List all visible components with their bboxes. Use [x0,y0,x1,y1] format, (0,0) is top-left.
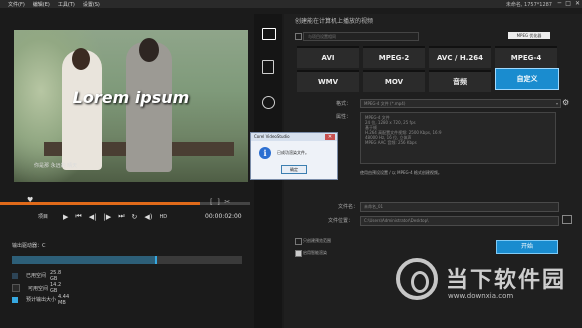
dialog-ok-button[interactable]: 确定 [281,165,307,174]
last-frame-icon[interactable]: ⏭ [118,212,124,221]
legend-free-label: 可用空间 [28,285,49,292]
format-mov[interactable]: MOV [363,70,425,92]
render-complete-dialog: Corel VideoStudio ✕ i 已成功渲染文件。 确定 [250,132,338,180]
dialog-title: Corel VideoStudio [254,134,290,139]
preview-person-right [126,38,172,172]
preview-signature: 你是那 永远的 晴天 [34,163,78,169]
transport-controls: 项目 ▶ ⏮ ◀| |▶ ⏭ ↻ ◀) HD [38,212,167,221]
play-icon[interactable]: ▶ [63,213,68,221]
legend-free-swatch [12,284,20,292]
filename-label: 文件名： [338,204,359,210]
gear-icon[interactable]: ⚙ [562,98,569,107]
video-preview: Lorem ipsum 你是那 永远的 晴天 [14,30,248,182]
format-dropdown[interactable]: MPEG-4 文件 (*.mp4) ▾ [360,99,561,108]
close-button[interactable]: ✕ [575,0,580,8]
legend-estimated-value: 4.44 MB [58,293,70,306]
format-mpeg2[interactable]: MPEG-2 [363,46,425,68]
legend-used-label: 已用空间 [26,273,47,279]
properties-box: MPEG-4 文件 24 位, 1280 x 720, 25 fps 基于帧 H… [360,112,556,164]
chevron-down-icon: ▾ [555,101,558,106]
props-label: 属性： [336,114,352,120]
drive-usage-fill [12,256,157,264]
preset-checkbox[interactable] [295,33,302,40]
trim-markers[interactable]: [ ] ✂ [210,198,230,206]
format-mpeg4[interactable]: MPEG-4 [495,46,557,68]
watermark-logo-icon [396,258,438,300]
dialog-message: 已成功渲染文件。 [277,150,309,155]
next-frame-icon[interactable]: |▶ [103,213,111,221]
format-option-text[interactable]: 使用由预设设置 / 以 MPEG-4 格式创建视频。 [360,170,442,176]
mpeg-optimizer-button[interactable]: MPEG 优化器 [508,32,550,39]
project-title: 未命名, 1757*1287 [505,1,552,8]
preview-person-left [62,48,102,170]
legend-used-swatch [12,272,18,279]
smart-render-checkbox[interactable] [295,250,302,257]
props-line: MPEG AAC 音频: 256 Kbps [365,140,417,145]
legend-used-value: 25.8 GB [50,269,62,282]
device-icon[interactable] [262,60,274,74]
format-wmv[interactable]: WMV [297,70,359,92]
globe-icon[interactable] [262,96,275,109]
computer-icon[interactable] [262,28,276,40]
scrubber-progress [0,202,200,205]
timecode[interactable]: 00:00:02:00 [205,213,242,220]
start-button[interactable]: 开始 [496,240,558,254]
format-dropdown-value: MPEG-4 文件 (*.mp4) [364,101,406,106]
output-drive-label: 输出驱动器：C [12,243,46,249]
menu-settings[interactable]: 设置(S) [83,1,100,8]
maximize-button[interactable]: □ [565,0,571,8]
window-controls: ─ □ ✕ [558,0,580,8]
preview-title-text: Lorem ipsum [72,88,190,107]
legend-estimated-swatch [12,296,18,303]
legend-estimated: 预计输出大小 4.44 MB [12,294,69,306]
watermark-name: 当下软件园 [446,268,567,293]
format-label: 格式： [336,101,352,107]
location-label: 文件位置： [328,218,354,224]
prev-frame-icon[interactable]: ◀| [89,213,97,221]
legend-estimated-label: 预计输出大小 [26,297,57,303]
format-avi[interactable]: AVI [297,46,359,68]
legend-free: 可用空间 14.2 GB [12,282,61,294]
hd-toggle[interactable]: HD [160,214,168,220]
menu-tools[interactable]: 工具(T) [58,1,75,8]
preview-range-checkbox[interactable] [295,238,302,245]
first-frame-icon[interactable]: ⏮ [75,212,81,221]
dialog-close-button[interactable]: ✕ [325,134,335,140]
smart-render-label: 启用智能渲染 [303,250,327,255]
menu-edit[interactable]: 编辑(E) [33,1,50,8]
menu-file[interactable]: 文件(F) [8,1,25,8]
menu-bar: 文件(F) 编辑(E) 工具(T) 设置(S) 未命名, 1757*1287 [0,0,582,8]
legend-free-value: 14.2 GB [50,282,62,294]
format-custom[interactable]: 自定义 [495,68,559,90]
minimize-button[interactable]: ─ [558,0,562,8]
info-icon: i [259,147,271,159]
preset-dropdown[interactable]: 与项目设置相同 [303,32,419,41]
watermark-url: www.downxia.com [448,292,514,300]
project-mode-label[interactable]: 项目 [38,213,48,220]
filename-input[interactable]: 未命名_01 [360,202,559,212]
legend-used: 已用空间 25.8 GB [12,270,61,282]
format-audio[interactable]: 音频 [429,70,491,92]
preview-range-label: 只创建预览范围 [303,238,331,243]
panel-header: 创建能在计算机上播放的视频 [295,18,374,25]
volume-icon[interactable]: ◀) [144,213,152,221]
location-input[interactable]: C:\Users\Administrator\Desktop\ [360,216,559,226]
folder-icon[interactable] [562,215,572,224]
format-avc[interactable]: AVC / H.264 [429,46,491,68]
drive-usage-bar [12,256,242,264]
repeat-icon[interactable]: ↻ [132,213,138,221]
